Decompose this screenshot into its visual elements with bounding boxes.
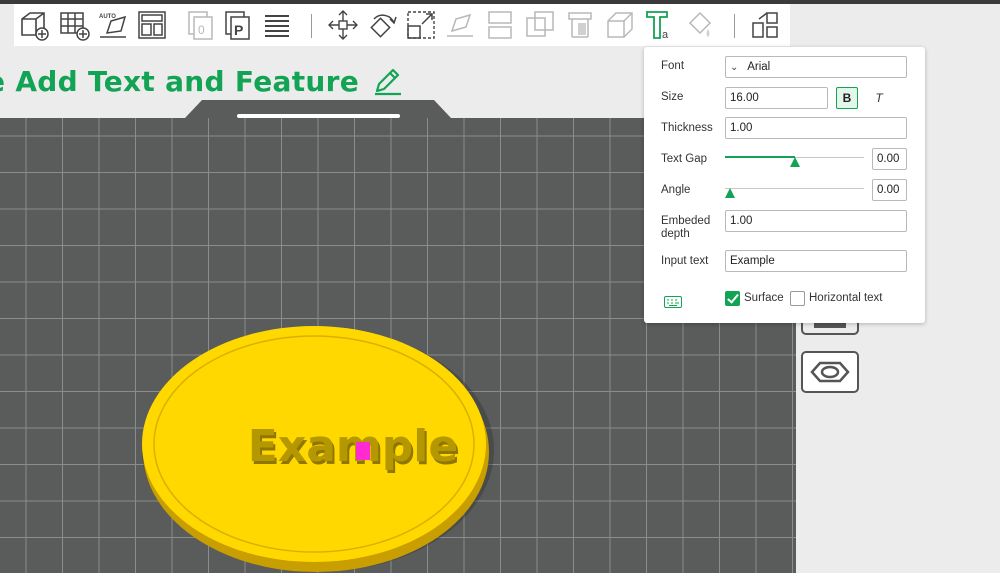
thickness-input-field[interactable] (730, 122, 906, 134)
angle-value-field[interactable] (877, 184, 906, 196)
coin-shadow (142, 328, 494, 572)
keyboard-icon[interactable] (664, 296, 682, 308)
add-cube-icon[interactable] (18, 9, 50, 41)
surface-label: Surface (744, 292, 784, 304)
text-gap-value-field[interactable] (877, 153, 906, 165)
slider-thumb[interactable] (725, 188, 735, 198)
embeded-depth-label-line1: Embeded (661, 215, 711, 227)
seam-paint-icon[interactable] (604, 9, 636, 41)
plate-title-bar: e Add Text and Feature (0, 60, 403, 102)
svg-text:P: P (234, 22, 243, 38)
coin-rim (153, 335, 475, 553)
slider-track (725, 188, 864, 189)
input-text-field[interactable] (725, 250, 907, 272)
arrange-icon[interactable] (136, 9, 168, 41)
text-cursor-marker (356, 442, 370, 460)
pencil-edit-icon[interactable] (371, 65, 403, 97)
toolbar-separator (734, 14, 735, 38)
italic-button[interactable]: T (868, 87, 890, 109)
add-plate-icon[interactable] (58, 9, 90, 41)
font-label: Font (661, 60, 685, 72)
toolbar-separator (311, 14, 312, 38)
embeded-depth-label: Embeded depth (661, 215, 710, 241)
surface-checkbox[interactable] (725, 291, 740, 306)
embeded-depth-input[interactable] (725, 210, 907, 232)
horizontal-text-checkbox[interactable] (790, 291, 805, 306)
lay-on-face-icon[interactable] (444, 9, 476, 41)
place-plate-icon[interactable]: P (222, 9, 254, 41)
coin-top[interactable] (142, 326, 486, 562)
size-input[interactable] (725, 87, 828, 109)
font-select-value: Arial (747, 61, 771, 73)
slider-thumb[interactable] (789, 157, 800, 167)
coin-side (143, 332, 489, 572)
size-input-field[interactable] (730, 92, 827, 104)
chevron-down-icon: ⌄ (730, 62, 739, 73)
support-paint-icon[interactable] (564, 9, 596, 41)
color-paint-icon[interactable] (684, 9, 716, 41)
thickness-label: Thickness (661, 122, 713, 134)
svg-text:AUTO: AUTO (99, 14, 116, 20)
font-select[interactable]: ⌄ Arial (725, 56, 907, 78)
embeded-depth-label-line2: depth (661, 228, 690, 240)
horizontal-text-label: Horizontal text (809, 292, 883, 304)
input-text-input[interactable] (730, 255, 906, 267)
assembly-icon[interactable] (749, 9, 781, 41)
plate-title: e Add Text and Feature (0, 64, 360, 98)
thickness-input[interactable] (725, 117, 907, 139)
angle-slider[interactable] (725, 183, 864, 198)
bold-button[interactable]: B (836, 87, 858, 109)
text-properties-panel: Font ⌄ Arial Size B T Thickness Text Gap… (644, 47, 925, 323)
slider-fill (725, 156, 795, 158)
boolean-icon[interactable] (524, 9, 556, 41)
auto-orient-icon[interactable]: AUTO (97, 9, 129, 41)
text-gap-label: Text Gap (661, 153, 708, 165)
input-text-label: Input text (661, 255, 709, 267)
svg-text:0: 0 (198, 23, 205, 37)
text-tool-icon[interactable]: a (644, 9, 676, 41)
copy-icon[interactable]: 0 (184, 9, 216, 41)
angle-value[interactable] (872, 179, 907, 201)
move-icon[interactable] (327, 9, 359, 41)
size-label: Size (661, 91, 684, 103)
plate-handle (237, 114, 400, 118)
hexagon-icon (801, 351, 859, 393)
cut-icon[interactable] (484, 9, 516, 41)
layers-icon[interactable] (261, 9, 293, 41)
embossed-text-shadow: Example (250, 424, 460, 475)
svg-text:a: a (662, 29, 669, 41)
embeded-depth-input-field[interactable] (730, 215, 906, 227)
text-gap-value[interactable] (872, 148, 907, 170)
rotate-icon[interactable] (366, 9, 398, 41)
angle-label: Angle (661, 184, 691, 196)
main-toolbar: AUTO 0 P a (14, 4, 790, 46)
text-gap-slider[interactable] (725, 152, 864, 167)
embossed-text[interactable]: Example (248, 421, 458, 472)
hexagon-feature-button[interactable] (800, 351, 860, 393)
scale-icon[interactable] (405, 9, 437, 41)
